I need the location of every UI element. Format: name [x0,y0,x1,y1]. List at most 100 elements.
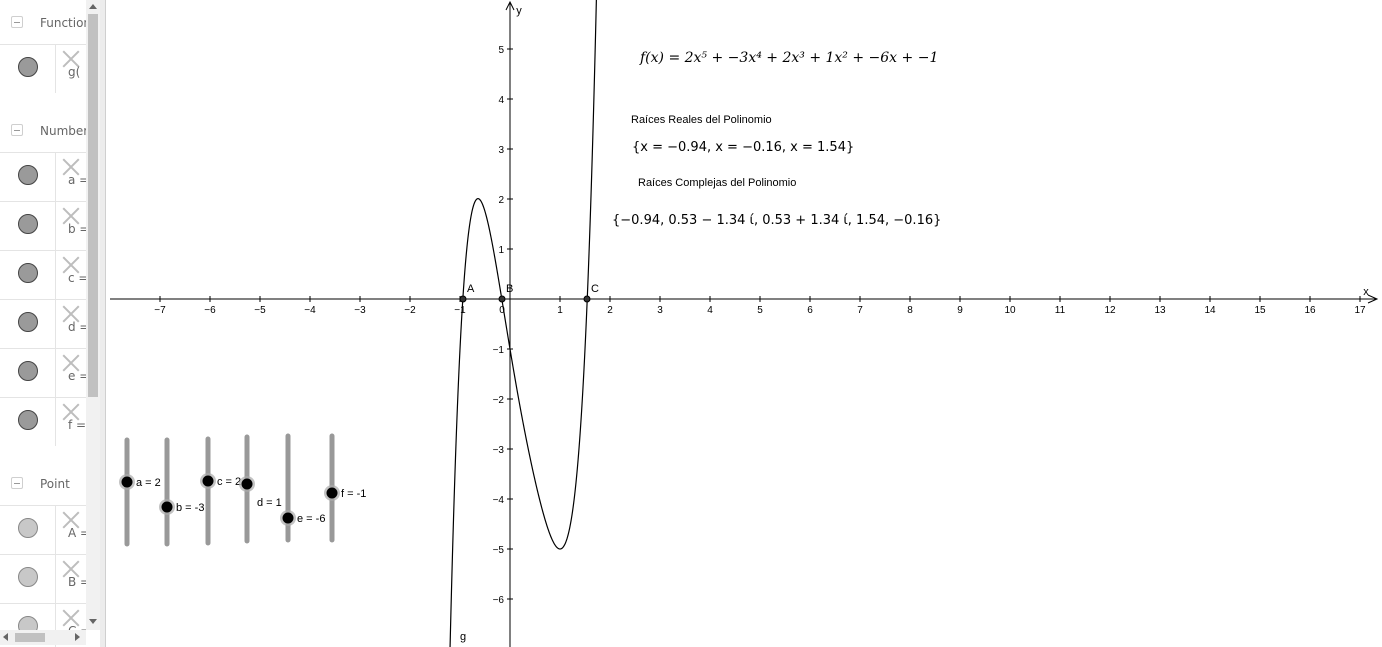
graphics-canvas[interactable]: xy−7 −6 −5 −4 −3 −2 −1 0 1 2 3 4 5 6 7 8 9 10 11 12 13 14 15 16… [106,0,1382,647]
slider-label-c: c = 2 [217,476,241,488]
visibility-cell[interactable] [0,45,56,93]
complex-roots-title[interactable]: Raíces Complejas del Polinomio [638,177,796,189]
collapse-group-icon[interactable] [11,124,23,136]
x-tick-label: −4 [304,305,316,316]
algebra-item[interactable]: b = [0,201,86,250]
scrollbar-thumb[interactable] [15,633,45,642]
root-point-A[interactable] [459,295,467,303]
visibility-marble-icon[interactable] [18,263,38,283]
root-point-label: C [591,283,599,295]
visibility-marble-icon[interactable] [18,165,38,185]
algebra-item-definition[interactable]: A = [68,526,86,540]
y-tick-label: −4 [493,495,505,506]
complex-roots-text[interactable]: {−0.94, 0.53 − 1.34 ί, 0.53 + 1.34 ί, 1.… [612,213,941,228]
visibility-cell[interactable] [0,398,56,446]
graphics-view[interactable]: x y −7 −6 −5 −4 −3 −2 −1 0 1 2 3 4 5 6 7 8 9 10 11 12 13 14 15 16… [106,0,1382,647]
visibility-marble-icon[interactable] [18,410,38,430]
visibility-cell[interactable] [0,555,56,603]
algebra-group-header[interactable]: Number [0,108,86,154]
scrollbar-thumb[interactable] [88,14,98,397]
visibility-cell[interactable] [0,506,56,554]
real-roots-title[interactable]: Raíces Reales del Polinomio [631,114,772,126]
x-tick-label: 16 [1304,305,1316,316]
visibility-marble-icon[interactable] [18,518,38,538]
y-tick-label: 2 [498,195,504,206]
x-tick-label: 17 [1354,305,1366,316]
visibility-cell[interactable] [0,251,56,299]
algebra-item-definition[interactable]: f = [68,418,86,432]
slider-handle-f[interactable] [326,487,338,499]
x-tick-label: −7 [154,305,166,316]
x-tick-label: −6 [204,305,216,316]
root-point-B[interactable] [498,295,506,303]
visibility-marble-icon[interactable] [18,361,38,381]
slider-handle-e[interactable] [282,512,294,524]
y-tick-label: 5 [498,45,504,56]
visibility-cell[interactable] [0,153,56,201]
y-tick-label: −5 [493,545,505,556]
algebra-item[interactable]: c = [0,250,86,299]
function-formula[interactable]: f(x) = 2x⁵ + −3x⁴ + 2x³ + 1x² + −6x + −1 [640,50,938,66]
root-point-C[interactable] [583,295,591,303]
algebra-item-definition[interactable]: g( [68,65,80,79]
x-tick-label: 6 [807,305,813,316]
algebra-item-definition[interactable]: B = [68,575,86,589]
y-axis-label: y [516,5,522,17]
algebra-item-definition[interactable]: c = [68,271,86,285]
algebra-group-title: Point [40,477,70,491]
visibility-marble-icon[interactable] [18,567,38,587]
algebra-item-definition[interactable]: e = [68,369,86,383]
algebra-horizontal-scrollbar[interactable] [0,630,86,645]
algebra-view: Function g( Number a = b = c = d = e = f = Point A… [0,0,86,647]
y-tick-label: −1 [493,345,505,356]
y-tick-label: −6 [493,595,505,606]
algebra-vertical-scrollbar[interactable] [86,0,100,630]
slider-label-f: f = -1 [341,488,366,500]
y-tick-label: 3 [498,145,504,156]
algebra-group-header[interactable]: Point [0,461,86,507]
visibility-marble-icon[interactable] [18,57,38,77]
x-tick-label: 11 [1055,305,1066,316]
scroll-right-arrow-icon[interactable] [75,633,80,641]
x-tick-label: −3 [354,305,366,316]
x-tick-label: 4 [707,305,713,316]
algebra-item[interactable]: f = [0,397,86,446]
algebra-item-definition[interactable]: a = [68,173,86,187]
algebra-item[interactable]: d = [0,299,86,348]
algebra-item[interactable]: a = [0,152,86,201]
x-tick-label: 1 [557,305,563,316]
algebra-item[interactable]: g( [0,44,86,93]
y-tick-label: 4 [498,95,504,106]
collapse-group-icon[interactable] [11,16,23,28]
scroll-up-arrow-icon[interactable] [89,4,97,9]
visibility-marble-icon[interactable] [18,214,38,234]
slider-handle-d[interactable] [241,478,253,490]
algebra-group-header[interactable]: Function [0,0,86,46]
visibility-cell[interactable] [0,202,56,250]
x-axis-label: x [1363,286,1369,298]
collapse-group-icon[interactable] [11,477,23,489]
x-tick-label: 5 [757,305,763,316]
visibility-cell[interactable] [0,300,56,348]
slider-handle-b[interactable] [161,501,173,513]
x-tick-label: 2 [607,305,613,316]
algebra-group-title: Number [40,124,86,138]
algebra-item[interactable]: B = [0,554,86,603]
slider-handle-a[interactable] [121,476,133,488]
algebra-item-definition[interactable]: b = [68,222,86,236]
algebra-item-definition[interactable]: d = [68,320,86,334]
algebra-item[interactable]: e = [0,348,86,397]
function-curve-g[interactable] [449,0,597,647]
x-tick-label: 15 [1254,305,1266,316]
slider-handle-c[interactable] [202,475,214,487]
x-tick-label: −2 [404,305,416,316]
scroll-left-arrow-icon[interactable] [3,633,8,641]
algebra-item[interactable]: A = [0,505,86,554]
x-tick-label: 12 [1104,305,1116,316]
algebra-group-title: Function [40,16,86,30]
scroll-down-arrow-icon[interactable] [89,619,97,624]
visibility-marble-icon[interactable] [18,312,38,332]
visibility-cell[interactable] [0,349,56,397]
x-tick-label: 3 [657,305,663,316]
real-roots-text[interactable]: {x = −0.94, x = −0.16, x = 1.54} [632,140,854,155]
